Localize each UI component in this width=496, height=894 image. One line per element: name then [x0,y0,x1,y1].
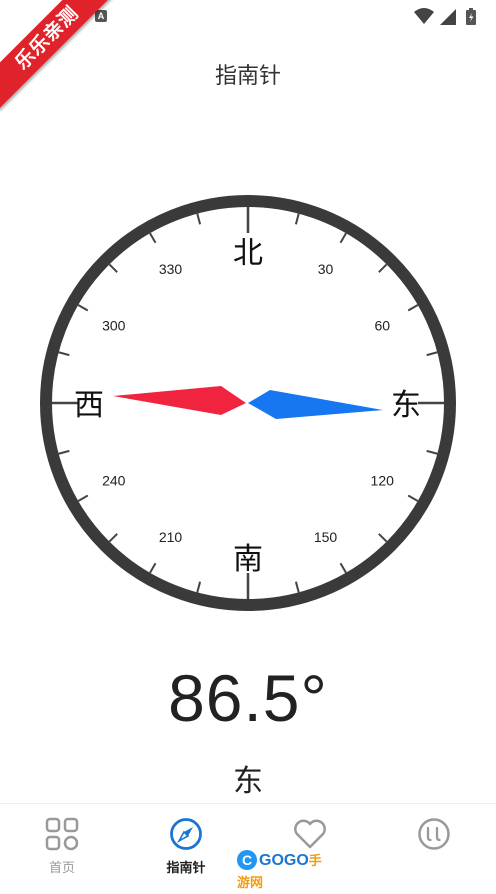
degree-label: 210 [159,529,183,545]
compass-dial: 30 60 120 150 210 240 300 330 北 东 南 西 [40,195,456,611]
watermark-c-icon: C [237,850,257,870]
degree-label: 330 [159,261,183,277]
smile-icon [418,818,450,850]
tab-home[interactable]: 首页 [0,804,124,884]
battery-icon [466,8,476,25]
degree-label: 150 [314,529,338,545]
watermark-logo: C GOGO手游网 [237,850,333,890]
heading-direction: 东 [233,764,263,799]
notification-a-icon: A [95,10,107,22]
heading-value: 86.5° [168,661,328,735]
degree-label: 30 [318,261,334,277]
page-title: 指南针 [214,64,281,89]
tab-label: 首页 [48,861,75,876]
cardinal-east: 东 [391,388,421,423]
tab-compass[interactable]: 指南针 [124,804,248,884]
cardinal-north: 北 [233,236,263,271]
watermark-brand: GOGO [259,852,309,869]
status-icons [414,8,476,25]
degree-label: 60 [374,318,390,334]
tab-favorites[interactable] [248,804,372,884]
heart-icon [294,819,326,849]
cardinal-west: 西 [74,388,104,423]
degree-label: 240 [102,473,126,489]
compass-icon [170,818,202,850]
degree-label: 120 [371,473,395,489]
tab-label: 指南针 [166,861,206,876]
cardinal-south: 南 [233,542,263,577]
tab-profile[interactable] [372,804,496,884]
signal-icon [440,9,456,25]
degree-label: 300 [102,318,126,334]
grid-icon [45,817,79,851]
wifi-icon [414,8,434,24]
